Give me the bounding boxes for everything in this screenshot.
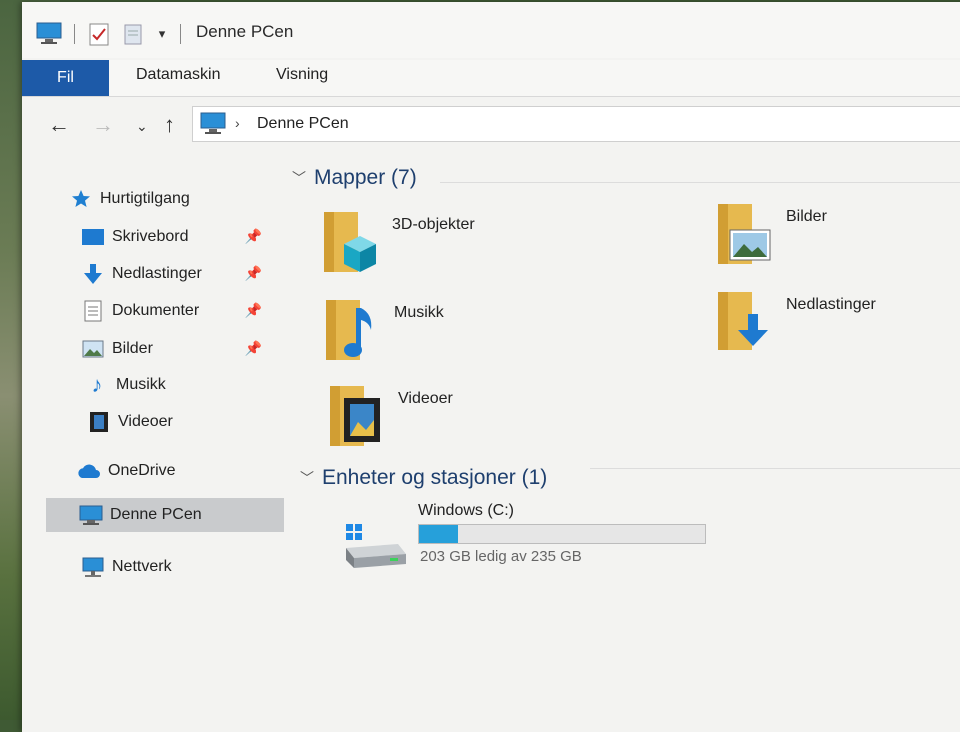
sidebar-item-nedlastinger[interactable]: Nedlastinger 📌 <box>80 257 276 291</box>
group-header-enheter-og-stasjoner[interactable]: ﹀ Enheter og stasjoner (1) <box>300 466 547 490</box>
forward-arrow-icon[interactable]: → <box>92 112 114 138</box>
breadcrumb-separator-icon[interactable]: › <box>235 115 240 131</box>
folder-3d-objekter[interactable]: 3D-objekter <box>322 210 642 280</box>
downloads-folder-icon <box>716 290 772 352</box>
breadcrumb[interactable]: Denne PCen <box>257 115 349 133</box>
folder-musikk[interactable]: Musikk <box>324 298 644 368</box>
videos-folder-icon <box>328 384 384 446</box>
cloud-icon <box>76 459 102 483</box>
drive-usage-bar <box>418 524 706 544</box>
group-divider <box>440 182 960 183</box>
group-header-mapper[interactable]: ﹀ Mapper (7) <box>292 166 417 190</box>
folder-nedlastinger[interactable]: Nedlastinger <box>716 290 960 360</box>
back-arrow-icon[interactable]: ← <box>48 112 70 138</box>
star-icon <box>68 187 94 211</box>
customize-toolbar-icon[interactable]: ▾ <box>154 24 170 44</box>
download-icon <box>80 262 106 286</box>
pin-icon[interactable]: 📌 <box>245 302 262 319</box>
pin-icon[interactable]: 📌 <box>245 265 262 282</box>
navigation-pane: Hurtigtilgang Skrivebord 📌 Nedlastinger … <box>22 162 287 622</box>
tab-fil[interactable]: Fil <box>22 60 109 96</box>
sidebar-item-nettverk[interactable]: Nettverk <box>80 550 276 584</box>
drive-free-space: 203 GB ledig av 235 GB <box>420 548 582 565</box>
address-bar[interactable]: › Denne PCen <box>192 106 960 142</box>
sidebar-item-onedrive[interactable]: OneDrive <box>76 454 276 488</box>
ribbon: Fil Datamaskin Visning <box>22 60 960 97</box>
music-folder-icon <box>324 298 380 360</box>
tab-visning[interactable]: Visning <box>276 66 328 84</box>
window-title: Denne PCen <box>196 22 294 41</box>
computer-icon <box>78 503 104 527</box>
title-bar: ▾ Denne PCen <box>22 2 960 58</box>
properties-icon[interactable] <box>88 22 110 46</box>
tab-datamaskin[interactable]: Datamaskin <box>136 66 220 84</box>
recent-locations-chevron-icon[interactable]: ⌄ <box>136 118 148 135</box>
sidebar-item-dokumenter[interactable]: Dokumenter 📌 <box>80 294 276 328</box>
sidebar-item-musikk[interactable]: ♪ Musikk <box>84 368 276 402</box>
hard-drive-icon <box>342 520 408 575</box>
sidebar-item-skrivebord[interactable]: Skrivebord 📌 <box>80 220 276 254</box>
sidebar-item-bilder[interactable]: Bilder 📌 <box>80 332 276 366</box>
chevron-down-icon[interactable]: ﹀ <box>300 468 314 488</box>
chevron-down-icon[interactable]: ﹀ <box>292 168 306 188</box>
sidebar-item-videoer[interactable]: Videoer <box>86 405 276 439</box>
up-arrow-icon[interactable]: ↑ <box>164 112 175 138</box>
navigation-bar: ← → ⌄ ↑ › Denne PCen <box>22 102 960 146</box>
desktop-icon <box>80 225 106 249</box>
folder-bilder[interactable]: Bilder <box>716 202 960 272</box>
drive-usage-fill <box>419 525 458 543</box>
network-icon <box>80 555 106 579</box>
pin-icon[interactable]: 📌 <box>245 340 262 357</box>
computer-icon <box>199 111 227 140</box>
computer-icon[interactable] <box>34 20 64 46</box>
document-icon <box>80 299 106 323</box>
new-folder-icon[interactable] <box>122 22 144 46</box>
3d-objects-folder-icon <box>322 210 378 272</box>
video-icon <box>86 410 112 434</box>
pictures-icon <box>80 337 106 361</box>
pin-icon[interactable]: 📌 <box>245 228 262 245</box>
pictures-folder-icon <box>716 202 772 264</box>
music-icon: ♪ <box>91 372 103 397</box>
drive-windows-c[interactable]: Windows (C:) 203 GB ledig av 235 GB <box>342 502 742 572</box>
folder-videoer[interactable]: Videoer <box>328 384 648 454</box>
sidebar-item-denne-pcen[interactable]: Denne PCen <box>46 498 284 532</box>
content-pane: ﹀ Mapper (7) 3D-objekter Bilder Musikk N… <box>290 162 960 732</box>
group-divider <box>590 468 960 469</box>
file-explorer-window: ▾ Denne PCen Fil Datamaskin Visning ← → … <box>22 2 960 732</box>
